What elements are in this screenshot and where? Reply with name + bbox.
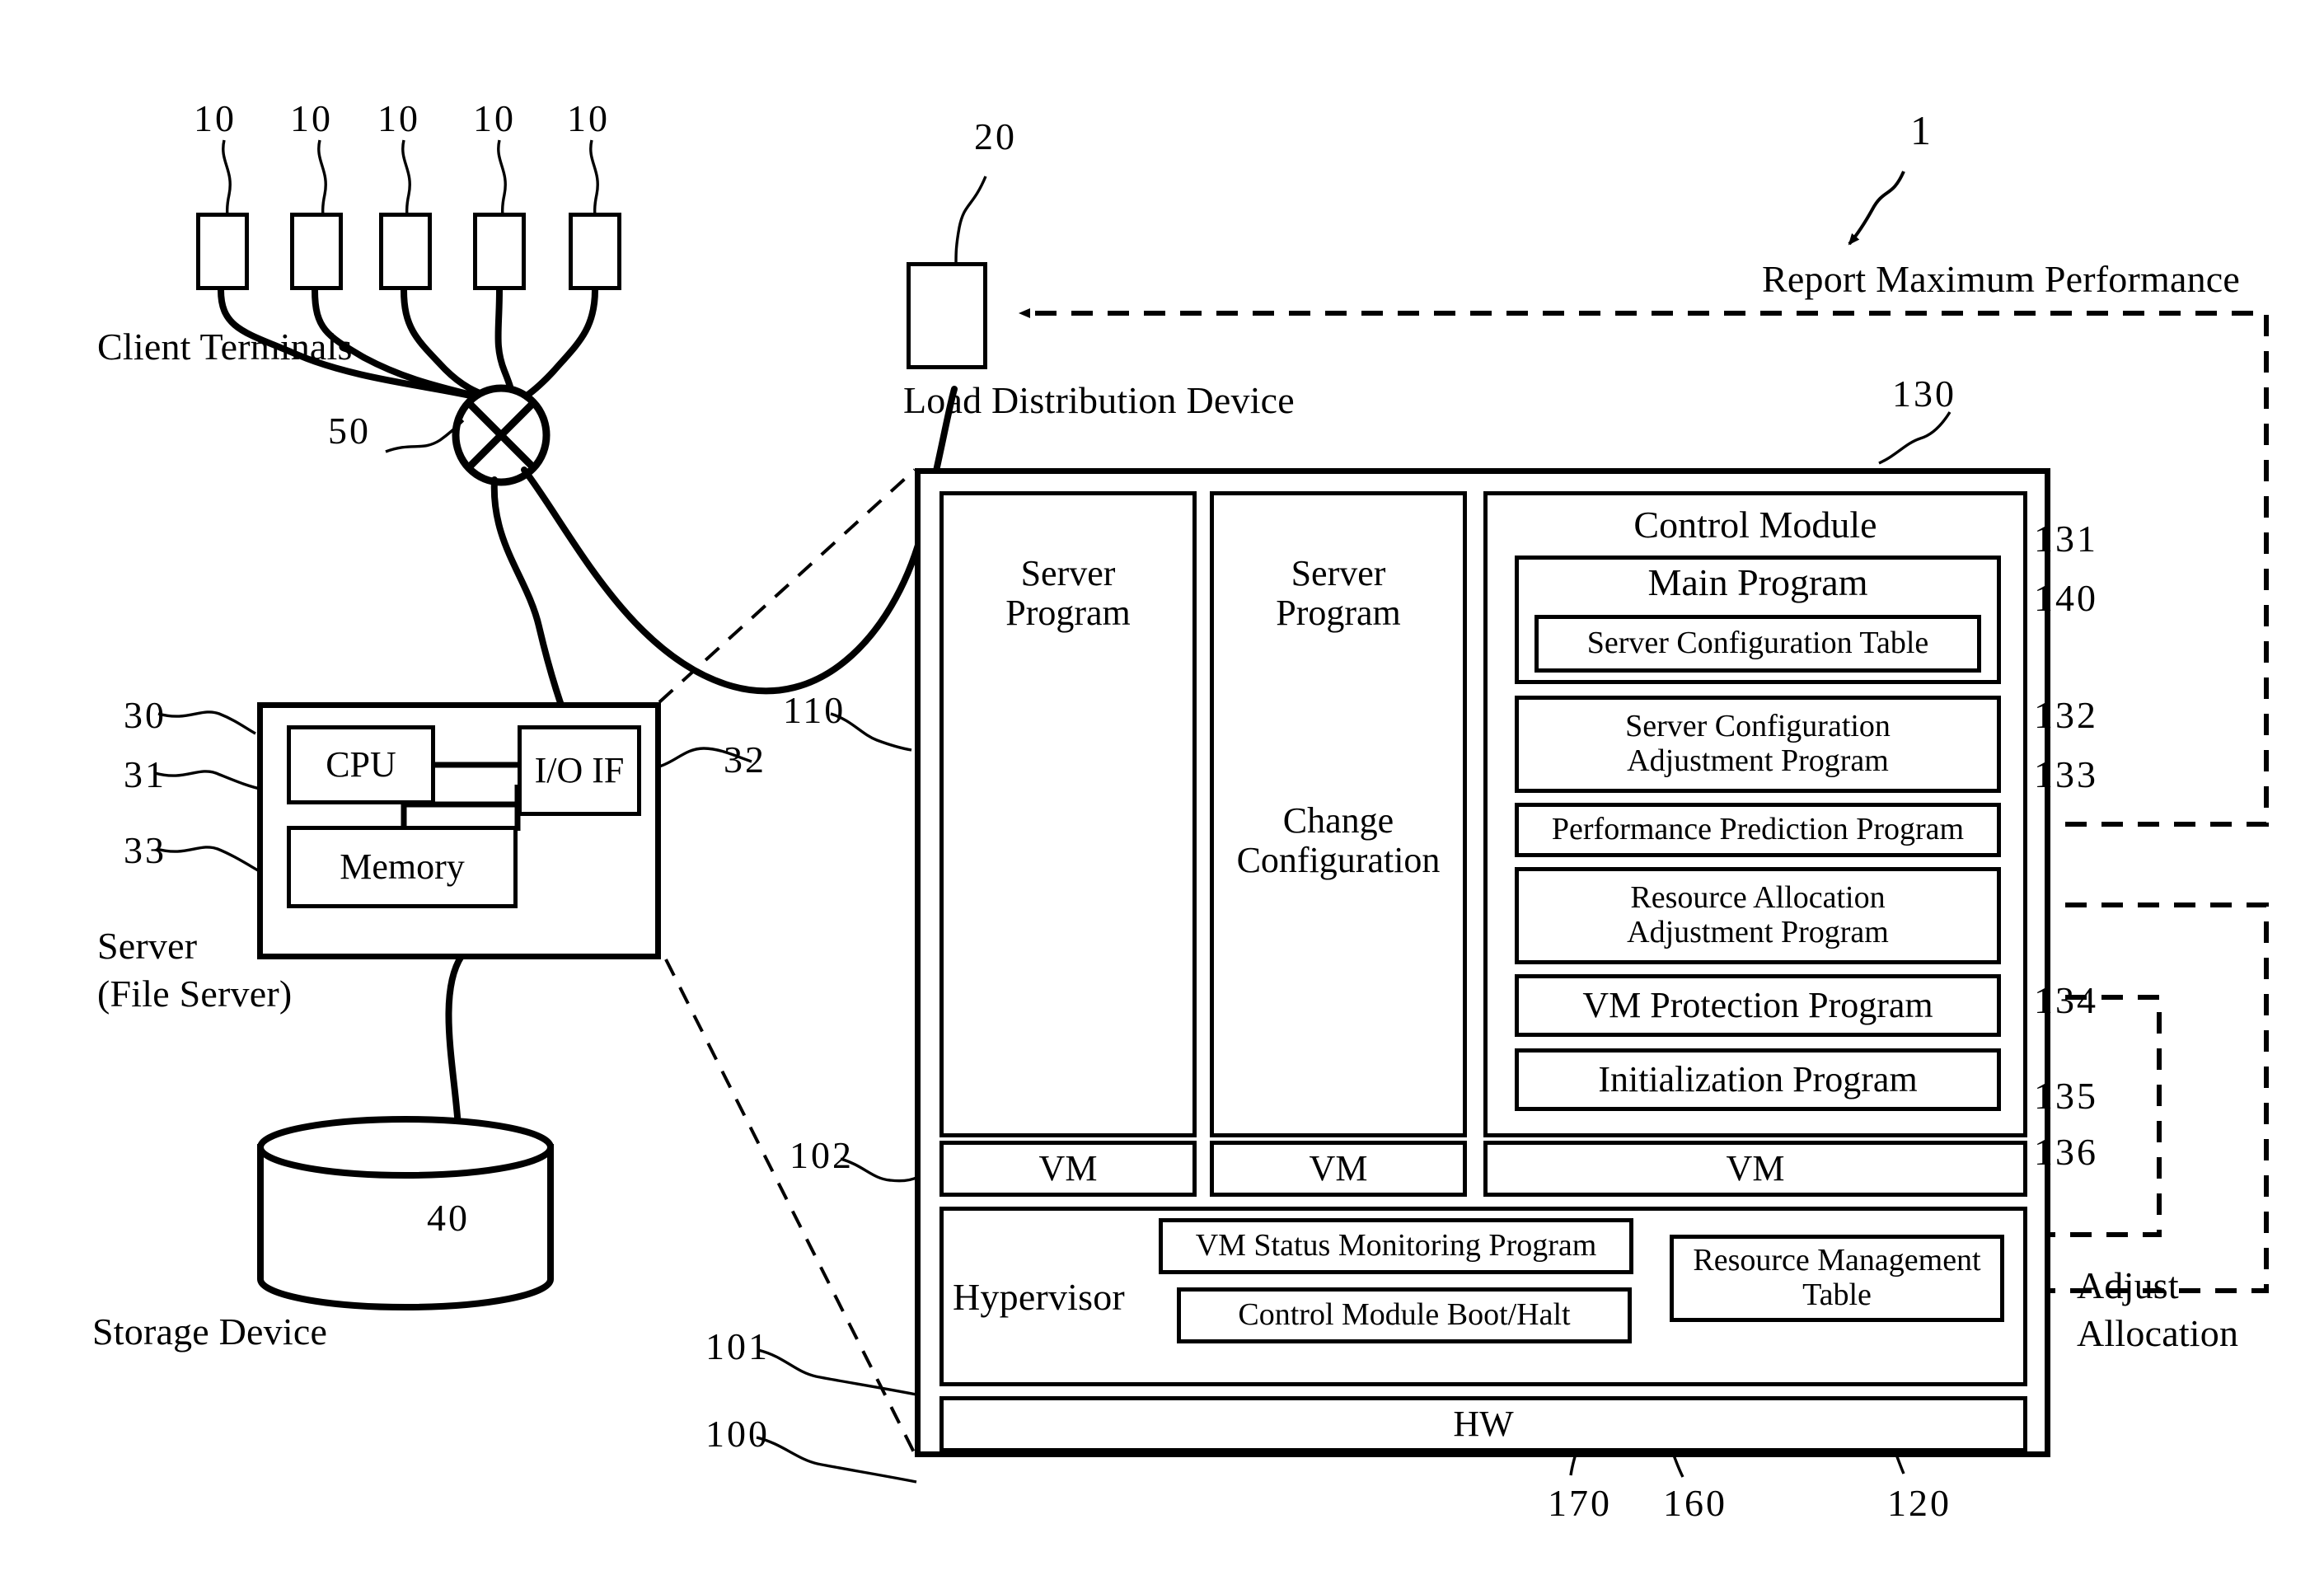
control-module-title: Control Module [1633, 503, 1877, 546]
vm-label-1: VM [1038, 1147, 1098, 1188]
control-module-boot-halt-label: Control Module Boot/Halt [1238, 1297, 1571, 1333]
ref-120: 120 [1887, 1482, 1952, 1524]
resource-management-table-label: Resource Management Table [1670, 1235, 2004, 1322]
ref-134: 134 [2034, 979, 2098, 1021]
server-program-2-line2: Program [1276, 593, 1401, 633]
ref-140: 140 [2034, 577, 2098, 619]
lb-ref-leader [954, 176, 987, 263]
vm-label-2: VM [1309, 1147, 1368, 1188]
resource-alloc-adjust-line1: Resource Allocation [1630, 880, 1886, 916]
initialization-program-label: Initialization Program [1598, 1058, 1918, 1099]
ref-130-leader [1878, 411, 1952, 465]
adjust-allocation-line2: Allocation [2077, 1312, 2239, 1354]
storage-ref-label: 40 [427, 1197, 470, 1239]
cpu-label: CPU [326, 743, 396, 785]
resource-allocation-adjustment-label: Resource Allocation Adjustment Program [1515, 867, 2001, 964]
server-config-adjust-line1: Server Configuration [1625, 709, 1891, 744]
switch-to-server-cable [490, 476, 575, 738]
report-maximum-performance-label: Report Maximum Performance [1762, 258, 2241, 300]
client-terminal-3 [379, 213, 432, 290]
ref-100: 100 [705, 1413, 770, 1455]
main-program-label: Main Program [1647, 560, 1868, 603]
change-configuration-label: Change Configuration [1210, 791, 1467, 890]
storage-cylinder [257, 1116, 554, 1310]
ref-170: 170 [1548, 1482, 1612, 1524]
ref-136: 136 [2034, 1131, 2098, 1173]
client-terminal-ref-3: 10 [377, 97, 420, 139]
server-ref-31: 31 [124, 753, 166, 795]
server-config-adjustment-label: Server Configuration Adjustment Program [1515, 696, 2001, 793]
client-terminal-ref-1: 10 [194, 97, 237, 139]
client-terminal-5 [569, 213, 621, 290]
resource-alloc-adjust-line2: Adjustment Program [1627, 915, 1889, 949]
patent-figure-canvas: 10 10 10 10 10 Client Terminals 50 20 Lo… [0, 0, 2324, 1594]
ref-160: 160 [1663, 1482, 1727, 1524]
vm-label-3: VM [1726, 1147, 1785, 1188]
vm-status-monitoring-program-label: VM Status Monitoring Program [1195, 1228, 1597, 1263]
server-program-1-line1: Server [1020, 552, 1116, 593]
switch-ref-leader [385, 419, 465, 453]
ref-131: 131 [2034, 518, 2098, 560]
load-distribution-ref: 20 [974, 115, 1017, 157]
server-config-adjust-line2: Adjustment Program [1627, 743, 1889, 778]
server-program-1-line2: Program [1005, 593, 1131, 633]
memory-label: Memory [340, 846, 465, 887]
hypervisor-label: Hypervisor [953, 1276, 1125, 1318]
network-switch-symbol [452, 384, 551, 486]
client-terminal-1 [196, 213, 249, 290]
client-terminal-ref-5: 10 [567, 97, 610, 139]
ref-135: 135 [2034, 1075, 2098, 1117]
resource-management-table-line2: Table [1802, 1278, 1872, 1312]
system-ref-label: 1 [1910, 107, 1933, 153]
ref-132: 132 [2034, 694, 2098, 736]
client-terminal-ref-2: 10 [290, 97, 333, 139]
server-ref-32: 32 [724, 738, 766, 781]
switch-ref-label: 50 [328, 410, 371, 452]
server-configuration-table-label: Server Configuration Table [1586, 626, 1929, 661]
client-terminal-4 [473, 213, 526, 290]
ref-130: 130 [1892, 373, 1956, 415]
server-caption-line2: (File Server) [97, 973, 293, 1015]
ref-102: 102 [790, 1134, 854, 1176]
ref-left-stack-leaders [756, 1157, 919, 1484]
load-distribution-caption: Load Distribution Device [903, 379, 1295, 421]
server-caption-line1: Server [97, 925, 198, 967]
ref-133: 133 [2034, 753, 2098, 795]
ref-101: 101 [705, 1325, 770, 1367]
client-terminal-2 [290, 213, 343, 290]
performance-prediction-label: Performance Prediction Program [1551, 812, 1965, 847]
server-program-2-line1: Server [1291, 552, 1386, 593]
server-program-label-2: Server Program [1210, 527, 1467, 659]
expansion-guides [658, 468, 916, 1455]
client-terminal-ref-4: 10 [473, 97, 516, 139]
server-ref-33: 33 [124, 829, 166, 871]
adjust-allocation-line1: Adjust [2077, 1264, 2179, 1306]
load-distribution-device-box [907, 262, 987, 369]
change-configuration-line2: Configuration [1236, 840, 1441, 880]
vm-protection-program-label: VM Protection Program [1582, 984, 1933, 1025]
server-program-label-1: Server Program [939, 527, 1197, 659]
resource-management-table-line1: Resource Management [1693, 1243, 1981, 1278]
storage-caption: Storage Device [92, 1310, 328, 1353]
ref-110: 110 [783, 689, 846, 731]
client-terminals-caption: Client Terminals [97, 326, 353, 368]
io-if-label: I/O IF [534, 749, 625, 790]
server-ref-30: 30 [124, 694, 166, 736]
hw-label: HW [1453, 1403, 1514, 1444]
change-configuration-line1: Change [1282, 799, 1394, 841]
switch-to-lb-cable [521, 386, 958, 695]
